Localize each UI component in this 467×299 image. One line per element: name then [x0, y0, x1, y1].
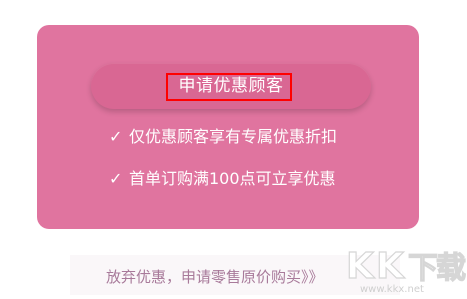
preferred-customer-card: 申请优惠顾客 ✓ 仅优惠顾客享有专属优惠折扣 ✓ 首单订购满100点可立享优惠 [37, 25, 419, 229]
benefit-item: ✓ 仅优惠顾客享有专属优惠折扣 [109, 127, 337, 147]
svg-text:K: K [346, 246, 375, 287]
benefit-item: ✓ 首单订购满100点可立享优惠 [109, 169, 336, 189]
highlight-annotation-box [166, 73, 292, 101]
watermark-url: www.kkx.net [360, 284, 424, 295]
apply-preferred-customer-button[interactable]: 申请优惠顾客 [91, 63, 371, 109]
decline-offer-label: 放弃优惠，申请零售原价购买》》 [106, 268, 324, 286]
check-icon: ✓ [109, 169, 123, 188]
benefit-text: 首单订购满100点可立享优惠 [129, 169, 336, 188]
svg-text:载: 载 [436, 251, 466, 286]
svg-text:下: 下 [408, 251, 438, 286]
svg-text:K: K [376, 246, 405, 287]
check-icon: ✓ [109, 127, 123, 146]
benefit-text: 仅优惠顾客享有专属优惠折扣 [129, 127, 338, 146]
